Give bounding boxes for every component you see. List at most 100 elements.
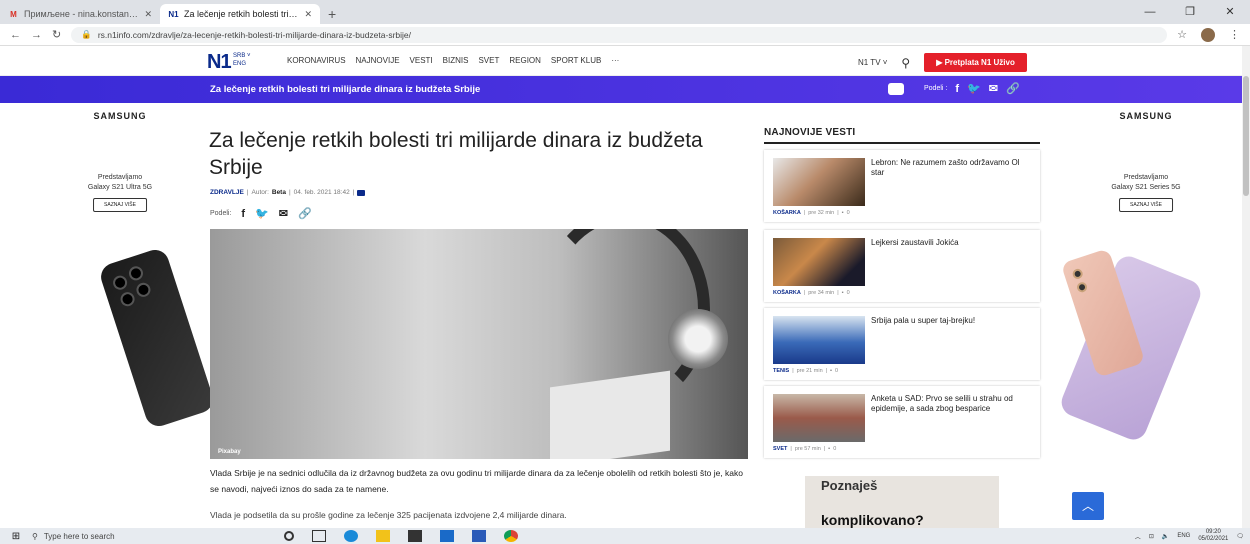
news-headline[interactable]: Anketa u SAD: Prvo se selili u strahu od… xyxy=(871,394,1035,414)
link-icon[interactable]: 🔗 xyxy=(298,207,312,220)
reload-icon[interactable]: ↻ xyxy=(52,28,61,41)
link-icon[interactable]: 🔗 xyxy=(1006,82,1020,95)
facebook-icon[interactable]: f xyxy=(955,83,959,95)
comment-count: 0 xyxy=(833,446,837,452)
nav-vesti[interactable]: VESTI xyxy=(410,56,433,65)
right-samsung-ad[interactable]: SAMSUNG Predstavljamo Galaxy S21 Series … xyxy=(1057,103,1226,528)
news-card[interactable]: Anketa u SAD: Prvo se selili u strahu od… xyxy=(764,386,1040,458)
language-indicator[interactable]: ENG xyxy=(1177,533,1190,539)
facebook-icon[interactable]: f xyxy=(241,208,245,220)
tab-title: Примљене - nina.konstantinidi xyxy=(24,9,140,19)
ad-text: Predstavljamo Galaxy S21 Series 5G xyxy=(1111,174,1181,191)
subscribe-button[interactable]: ▶ Pretplata N1 Uživo xyxy=(924,53,1027,72)
twitter-icon[interactable]: 🐦 xyxy=(255,207,269,220)
browser-tab-gmail[interactable]: M Примљене - nina.konstantinidi ✕ xyxy=(0,4,160,24)
news-category[interactable]: KOŠARKA xyxy=(773,290,801,296)
camera-lens-icon xyxy=(127,264,145,283)
edge-icon[interactable] xyxy=(344,530,358,542)
email-icon[interactable]: ✉ xyxy=(989,82,998,95)
new-tab-button[interactable]: + xyxy=(320,4,344,24)
profile-avatar[interactable] xyxy=(1201,27,1215,42)
restore-icon[interactable]: ❐ xyxy=(1170,0,1210,24)
mail-icon[interactable] xyxy=(440,530,454,542)
file-explorer-icon[interactable] xyxy=(376,530,390,542)
nav-region[interactable]: REGION xyxy=(509,56,541,65)
n1-logo[interactable]: N1 xyxy=(207,51,232,74)
chevron-up-icon: ︿ xyxy=(1081,499,1094,513)
language-switcher[interactable]: SRB ˅ ENG xyxy=(233,52,251,68)
task-view-icon[interactable] xyxy=(312,530,326,542)
page-scrollbar[interactable] xyxy=(1242,46,1250,528)
left-samsung-ad[interactable]: SAMSUNG Predstavljamo Galaxy S21 Ultra 5… xyxy=(40,103,217,528)
article-date: 04. feb. 2021 18:42 xyxy=(293,189,350,196)
scrollbar-thumb[interactable] xyxy=(1243,76,1249,196)
news-card[interactable]: Lejkersi zaustavili Jokića KOŠARKA | pre … xyxy=(764,230,1040,302)
close-tab-icon[interactable]: ✕ xyxy=(144,9,152,20)
twitter-icon[interactable]: 🐦 xyxy=(967,82,981,95)
nav-sport-klub[interactable]: SPORT KLUB xyxy=(551,56,601,65)
close-window-icon[interactable]: ✕ xyxy=(1210,0,1250,24)
news-time: pre 21 min xyxy=(796,368,823,374)
ad-cta-button[interactable]: SAZNAJ VIŠE xyxy=(1119,198,1173,212)
photo-credit: Pixabay xyxy=(218,449,241,455)
address-bar-row: ← → ↻ 🔒 rs.n1info.com/zdravlje/za-lecenj… xyxy=(0,24,1250,46)
browser-tab-n1[interactable]: N1 Za lečenje retkih bolesti tri milija … xyxy=(160,4,320,24)
forward-icon[interactable]: → xyxy=(31,29,42,41)
comment-icon: ▪ xyxy=(830,368,833,374)
word-icon[interactable] xyxy=(472,530,486,542)
notifications-icon[interactable]: 🗨 xyxy=(1236,533,1244,540)
article-paragraph: Vlada je podsetila da su prošle godine z… xyxy=(210,510,567,520)
news-category[interactable]: KOŠARKA xyxy=(773,210,801,216)
windows-start-icon[interactable]: ⊞ xyxy=(8,528,24,544)
news-headline[interactable]: Lejkersi zaustavili Jokića xyxy=(871,238,1035,248)
comment-icon[interactable] xyxy=(357,189,366,196)
store-icon[interactable] xyxy=(408,530,422,542)
menu-dots-icon[interactable]: ⋮ xyxy=(1229,28,1240,41)
news-headline[interactable]: Lebron: Ne razumem zašto održavamo Ol st… xyxy=(871,158,1035,178)
star-icon[interactable]: ☆ xyxy=(1177,28,1187,41)
news-card[interactable]: Srbija pala u super taj-brejku! TENIS | p… xyxy=(764,308,1040,380)
cortana-icon[interactable] xyxy=(284,531,294,541)
news-card[interactable]: Lebron: Ne razumem zašto održavamo Ol st… xyxy=(764,150,1040,222)
comment-count: 0 xyxy=(846,290,850,296)
network-icon[interactable]: ⊡ xyxy=(1149,533,1154,540)
article-title: Za lečenje retkih bolesti tri milijarde … xyxy=(209,129,703,179)
clock[interactable]: 09:20 05/02/2021 xyxy=(1198,529,1228,543)
search-icon[interactable]: ⚲ xyxy=(901,56,910,70)
lang-primary[interactable]: SRB ˅ xyxy=(233,52,251,60)
news-thumbnail xyxy=(773,158,865,206)
minimize-icon[interactable]: — xyxy=(1130,0,1170,24)
volume-icon[interactable]: 🔈 xyxy=(1162,533,1169,540)
n1tv-dropdown[interactable]: N1 TV ˅ xyxy=(858,58,887,67)
comment-icon[interactable] xyxy=(888,82,904,95)
article-author: Beta xyxy=(271,189,286,196)
article-photo[interactable]: Pixabay xyxy=(210,229,748,459)
gmail-icon: M xyxy=(10,9,17,19)
news-category[interactable]: SVET xyxy=(773,446,787,452)
nav-svet[interactable]: SVET xyxy=(478,56,499,65)
nav-najnovije[interactable]: NAJNOVIJE xyxy=(356,56,400,65)
chevron-up-icon[interactable]: ︿ xyxy=(1135,532,1141,541)
nav-more[interactable]: ··· xyxy=(611,56,619,65)
news-headline[interactable]: Srbija pala u super taj-brejku! xyxy=(871,316,1035,326)
sticky-share: Podeli : f 🐦 ✉ 🔗 xyxy=(888,82,1020,95)
nav-koronavirus[interactable]: KORONAVIRUS xyxy=(287,56,346,65)
search-icon: ⚲ xyxy=(32,531,38,541)
camera-lens-icon xyxy=(1071,267,1084,281)
promo-banner[interactable]: Poznaješ komplikovano? xyxy=(805,476,999,530)
back-icon[interactable]: ← xyxy=(10,29,21,41)
scroll-to-top-button[interactable]: ︿ xyxy=(1072,492,1104,520)
article-category[interactable]: ZDRAVLJE xyxy=(210,189,244,196)
close-tab-icon[interactable]: ✕ xyxy=(304,9,312,20)
taskbar-search[interactable]: ⚲ Type here to search xyxy=(24,528,256,544)
author-prefix: Autor: xyxy=(251,189,269,196)
url-field[interactable]: 🔒 rs.n1info.com/zdravlje/za-lecenje-retk… xyxy=(71,26,1168,43)
article-paragraph: Vlada Srbije je na sednici odlučila da i… xyxy=(210,468,743,494)
ad-cta-button[interactable]: SAZNAJ VIŠE xyxy=(93,198,147,212)
news-category[interactable]: TENIS xyxy=(773,368,789,374)
nav-biznis[interactable]: BIZNIS xyxy=(443,56,469,65)
ad-text: Predstavljamo Galaxy S21 Ultra 5G xyxy=(87,174,153,191)
chrome-icon[interactable] xyxy=(504,530,518,542)
lang-secondary[interactable]: ENG xyxy=(233,60,251,68)
email-icon[interactable]: ✉ xyxy=(279,207,288,220)
